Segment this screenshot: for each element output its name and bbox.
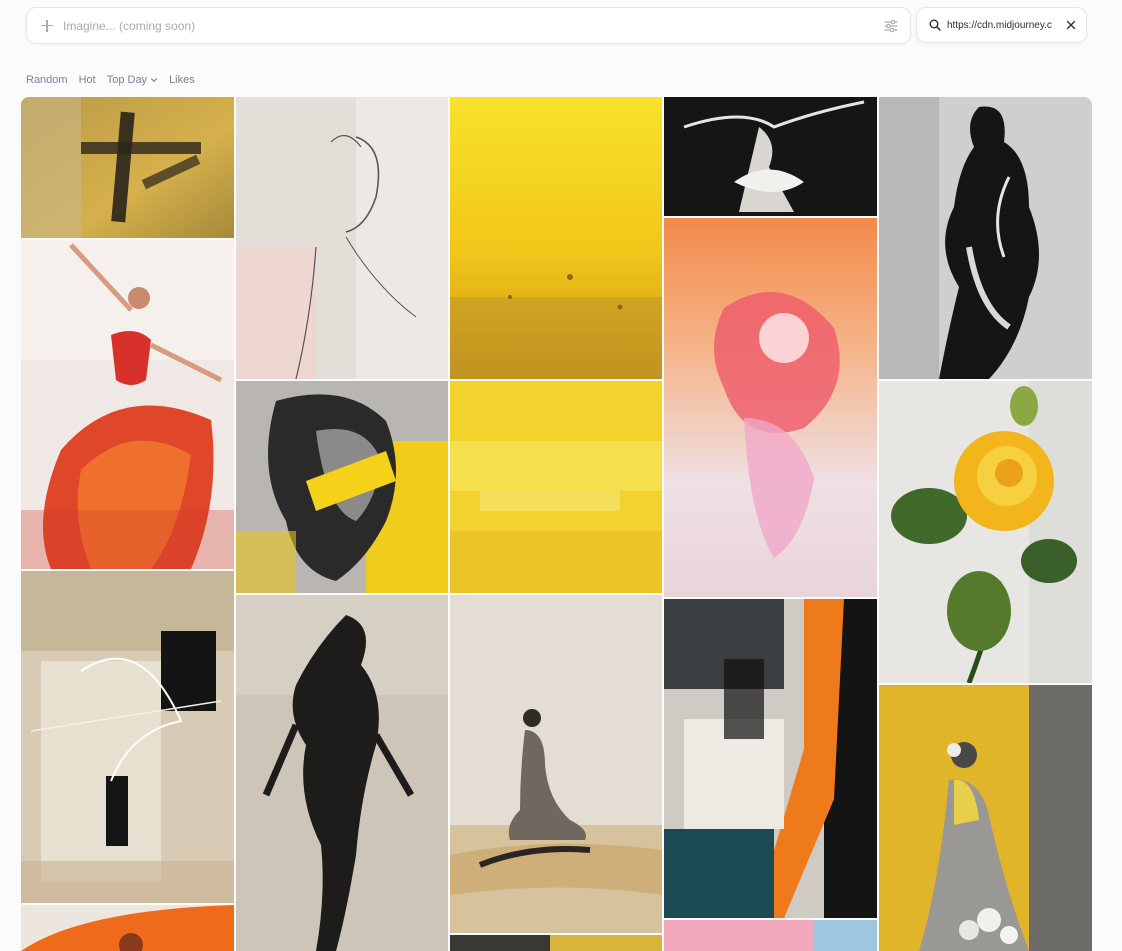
imagine-prompt-bar[interactable]	[26, 7, 911, 44]
tab-likes[interactable]: Likes	[169, 74, 195, 86]
gallery-image-yellow-rose[interactable]	[879, 381, 1092, 683]
gallery-image-abstract-orange-teal-black[interactable]	[664, 599, 877, 918]
gallery-image-orange-pink-explosion[interactable]	[664, 218, 877, 597]
chevron-down-icon	[151, 78, 158, 83]
feed-tabs: Random Hot Top Day Likes	[26, 72, 195, 88]
gallery-image-dark-yellow-partial[interactable]	[450, 935, 662, 951]
tab-label: Likes	[169, 74, 195, 86]
close-icon[interactable]	[1066, 20, 1076, 30]
search-input[interactable]	[947, 19, 1055, 31]
gallery-image-yellow-gradient-abstract[interactable]	[450, 97, 662, 379]
image-gallery	[21, 97, 1092, 951]
gallery-image-ballerina-black-white[interactable]	[664, 97, 877, 216]
gallery-image-woman-profile-sketch[interactable]	[236, 97, 448, 379]
gallery-image-abstract-yellow-black-cross[interactable]	[21, 97, 234, 238]
tab-label: Hot	[78, 74, 96, 86]
sliders-icon[interactable]	[884, 19, 898, 33]
imagine-input[interactable]	[63, 18, 884, 33]
search-box[interactable]	[916, 7, 1087, 43]
gallery-image-black-figure-abstract[interactable]	[879, 97, 1092, 379]
gallery-image-pink-blue-partial[interactable]	[664, 920, 877, 951]
tab-random[interactable]: Random	[26, 74, 68, 86]
search-icon	[929, 19, 941, 31]
plus-icon[interactable]	[41, 19, 53, 32]
tab-label: Top Day	[106, 74, 148, 86]
tab-top-day[interactable]: Top Day	[107, 74, 158, 86]
gallery-image-abstract-beige-black-square[interactable]	[21, 571, 234, 903]
gallery-image-dancer-red-dress[interactable]	[21, 240, 234, 569]
tab-hot[interactable]: Hot	[79, 74, 96, 86]
gallery-image-orange-brush-partial[interactable]	[21, 905, 234, 951]
tab-label: Random	[26, 74, 68, 86]
top-bar	[0, 0, 1122, 60]
gallery-image-woman-gray-dress-yellow[interactable]	[879, 685, 1092, 951]
gallery-image-seated-figure-beige[interactable]	[450, 595, 662, 933]
gallery-image-dark-figure-smoke[interactable]	[236, 595, 448, 951]
gallery-image-yellow-wash-abstract[interactable]	[450, 381, 662, 593]
gallery-image-woman-face-black-yellow[interactable]	[236, 381, 448, 593]
